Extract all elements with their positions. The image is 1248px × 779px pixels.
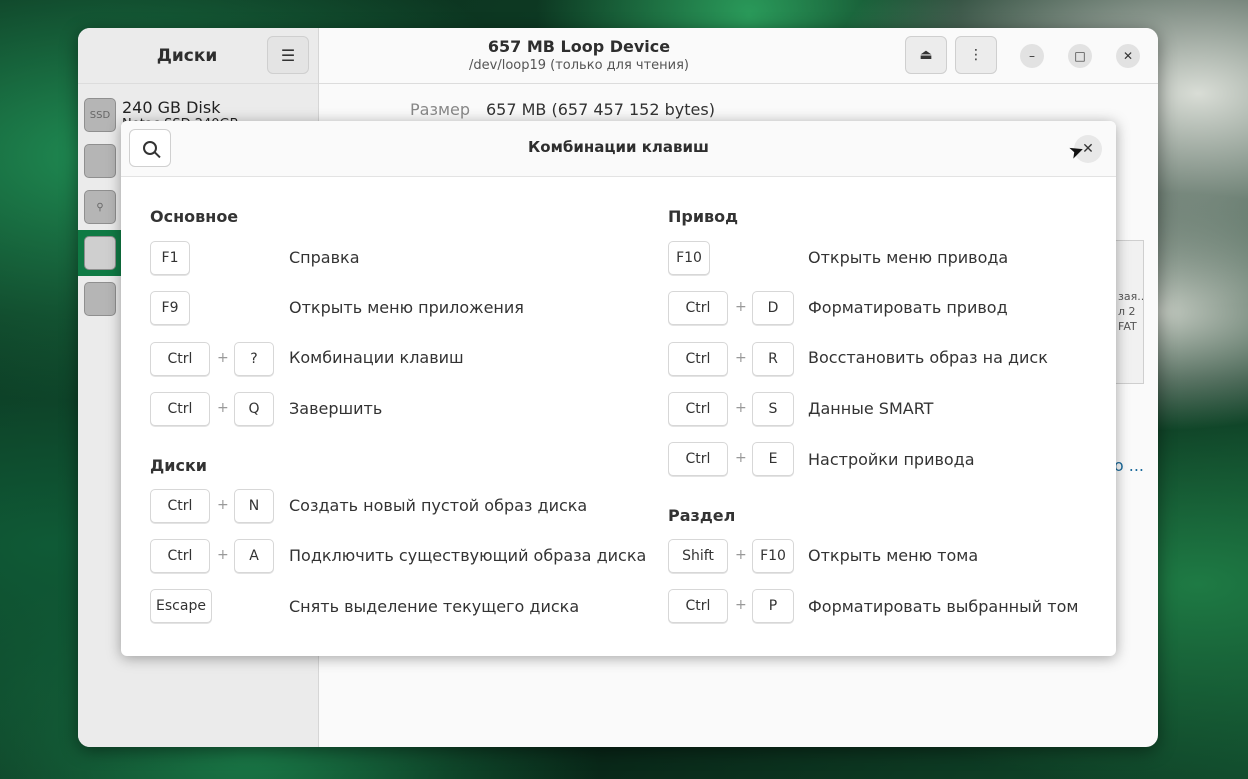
main-menu-button[interactable]: ☰ — [267, 36, 309, 74]
device-subtitle: /dev/loop19 (только для чтения) — [469, 58, 689, 73]
ssd-icon: SSD — [84, 98, 116, 132]
shortcut-desc: Форматировать привод — [808, 298, 1008, 317]
key-ctrl: Ctrl — [668, 392, 728, 426]
plus-sign: + — [217, 400, 229, 416]
key-f1: F1 — [150, 241, 190, 275]
key-question: ? — [234, 342, 274, 376]
shortcut-desc: Открыть меню тома — [808, 546, 979, 565]
key-ctrl: Ctrl — [668, 342, 728, 376]
section-title-partition: Раздел — [668, 506, 736, 525]
key-d: D — [752, 291, 794, 325]
key-ctrl: Ctrl — [150, 539, 210, 573]
disk-image-icon — [84, 282, 116, 316]
maximize-button[interactable]: □ — [1068, 44, 1092, 68]
content-header: 657 MB Loop Device /dev/loop19 (только д… — [319, 28, 1158, 84]
loop-device-icon — [84, 236, 116, 270]
key-ctrl: Ctrl — [150, 392, 210, 426]
dialog-header: Комбинации клавиш ✕ ➤ — [121, 121, 1116, 177]
minimize-button[interactable]: – — [1020, 44, 1044, 68]
key-f9: F9 — [150, 291, 190, 325]
shortcut-desc: Комбинации клавиш — [289, 348, 464, 367]
partial-link[interactable]: о ... — [1114, 456, 1144, 475]
shortcut-desc: Настройки привода — [808, 450, 975, 469]
shortcut-desc: Открыть меню приложения — [289, 298, 524, 317]
eject-icon: ⏏ — [919, 47, 933, 63]
section-title-basic: Основное — [150, 207, 239, 226]
plus-sign: + — [217, 350, 229, 366]
key-ctrl: Ctrl — [668, 442, 728, 476]
shortcut-desc: Восстановить образ на диск — [808, 348, 1048, 367]
eject-button[interactable]: ⏏ — [905, 36, 947, 74]
plus-sign: + — [735, 350, 747, 366]
key-n: N — [234, 489, 274, 523]
key-e: E — [752, 442, 794, 476]
drive-name: 240 GB Disk — [122, 98, 221, 117]
key-f10: F10 — [668, 241, 710, 275]
plus-sign: + — [217, 497, 229, 513]
shortcut-desc: Открыть меню привода — [808, 248, 1009, 267]
size-label: Размер — [410, 100, 471, 119]
hamburger-icon: ☰ — [280, 45, 296, 65]
key-escape: Escape — [150, 589, 212, 623]
key-r: R — [752, 342, 794, 376]
key-ctrl: Ctrl — [668, 589, 728, 623]
key-f10: F10 — [752, 539, 794, 573]
device-title: 657 MB Loop Device — [487, 37, 671, 56]
sidebar-header: Диски ☰ — [78, 28, 318, 84]
hdd-icon — [84, 144, 116, 178]
shortcut-desc: Снять выделение текущего диска — [289, 597, 580, 616]
plus-sign: + — [735, 547, 747, 563]
minimize-icon: – — [1029, 49, 1035, 63]
plus-sign: + — [735, 400, 747, 416]
plus-sign: + — [735, 299, 747, 315]
shortcut-desc: Форматировать выбранный том — [808, 597, 1079, 616]
plus-sign: + — [735, 450, 747, 466]
key-q: Q — [234, 392, 274, 426]
maximize-icon: □ — [1074, 49, 1086, 63]
shortcuts-dialog: Комбинации клавиш ✕ ➤ Основное F1 Справк… — [121, 121, 1116, 656]
shortcut-desc: Подключить существующий образа диска — [289, 546, 647, 565]
close-icon: ✕ — [1122, 49, 1134, 63]
volume-map-partial[interactable]: зая... л 2 FAT — [1114, 240, 1144, 384]
section-title-drive: Привод — [668, 207, 739, 226]
drive-menu-button[interactable]: ⋮ — [955, 36, 997, 74]
key-p: P — [752, 589, 794, 623]
shortcut-desc: Завершить — [289, 399, 383, 418]
section-title-disks: Диски — [150, 456, 208, 475]
plus-sign: + — [735, 597, 747, 613]
more-vertical-icon: ⋮ — [969, 47, 983, 63]
plus-sign: + — [217, 547, 229, 563]
dialog-title: Комбинации клавиш — [528, 138, 709, 156]
shortcut-desc: Создать новый пустой образ диска — [289, 496, 588, 515]
shortcut-desc: Данные SMART — [808, 399, 934, 418]
window-close-button[interactable]: ✕ — [1116, 44, 1140, 68]
key-a: A — [234, 539, 274, 573]
key-shift: Shift — [668, 539, 728, 573]
key-s: S — [752, 392, 794, 426]
key-ctrl: Ctrl — [668, 291, 728, 325]
usb-drive-icon: ⚲ — [84, 190, 116, 224]
size-value: 657 MB (657 457 152 bytes) — [486, 100, 715, 119]
key-ctrl: Ctrl — [150, 489, 210, 523]
key-ctrl: Ctrl — [150, 342, 210, 376]
shortcut-desc: Справка — [289, 248, 360, 267]
sidebar-title: Диски — [156, 45, 218, 66]
